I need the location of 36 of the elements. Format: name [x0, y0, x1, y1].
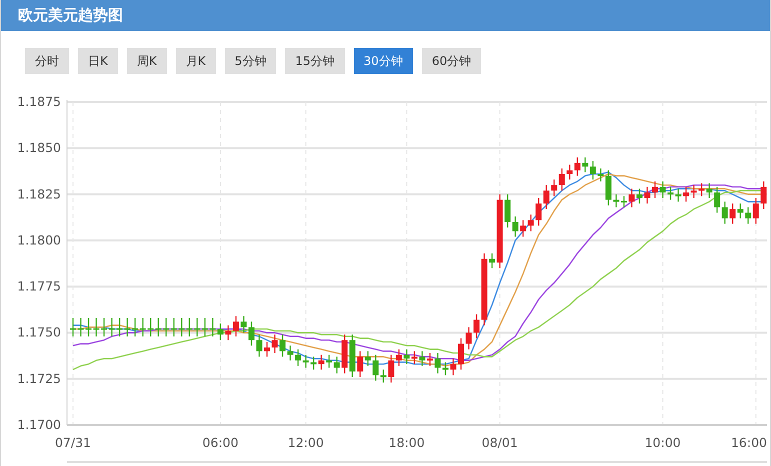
- x-axis-label: 10:00: [644, 435, 681, 450]
- candlestick: [660, 181, 666, 198]
- candlestick: [652, 181, 658, 198]
- interval-tab[interactable]: 分时: [25, 48, 69, 74]
- y-axis-label: 1.1750: [17, 324, 61, 340]
- interval-tab[interactable]: 30分钟: [354, 48, 413, 74]
- x-axis-label: 08/01: [482, 435, 518, 450]
- interval-tab[interactable]: 5分钟: [224, 48, 276, 74]
- interval-tab[interactable]: 周K: [126, 48, 167, 74]
- y-axis-label: 1.1850: [17, 140, 61, 156]
- interval-tab[interactable]: 日K: [78, 48, 118, 74]
- y-axis-label: 1.1800: [17, 232, 61, 248]
- x-axis-label: 06:00: [202, 435, 238, 450]
- y-axis-label: 1.1775: [17, 278, 61, 294]
- candlestick: [466, 327, 472, 350]
- candlestick: [450, 358, 456, 376]
- interval-tab[interactable]: 月K: [176, 48, 216, 74]
- candlestick: [458, 338, 464, 370]
- candlestick: [264, 342, 270, 357]
- candlestick: [70, 318, 76, 336]
- interval-tab[interactable]: 15分钟: [285, 48, 345, 74]
- candlestick: [78, 318, 84, 336]
- y-axis-label: 1.1700: [17, 417, 61, 432]
- x-axis-label: 12:00: [288, 435, 324, 450]
- x-axis-label: 07/31: [54, 435, 92, 450]
- candlestick: [272, 334, 278, 354]
- x-axis-label: 16:00: [730, 435, 768, 450]
- page-title: 欧元美元趋势图: [18, 6, 123, 25]
- x-axis-label: 18:00: [388, 435, 425, 450]
- candlestick: [256, 334, 262, 357]
- y-axis-label: 1.1875: [17, 94, 61, 109]
- candlestick: [644, 186, 650, 204]
- candlestick: [760, 181, 767, 210]
- y-axis-label: 1.1825: [17, 186, 61, 202]
- y-axis-label: 1.1725: [17, 370, 61, 386]
- interval-tab[interactable]: 60分钟: [422, 48, 482, 74]
